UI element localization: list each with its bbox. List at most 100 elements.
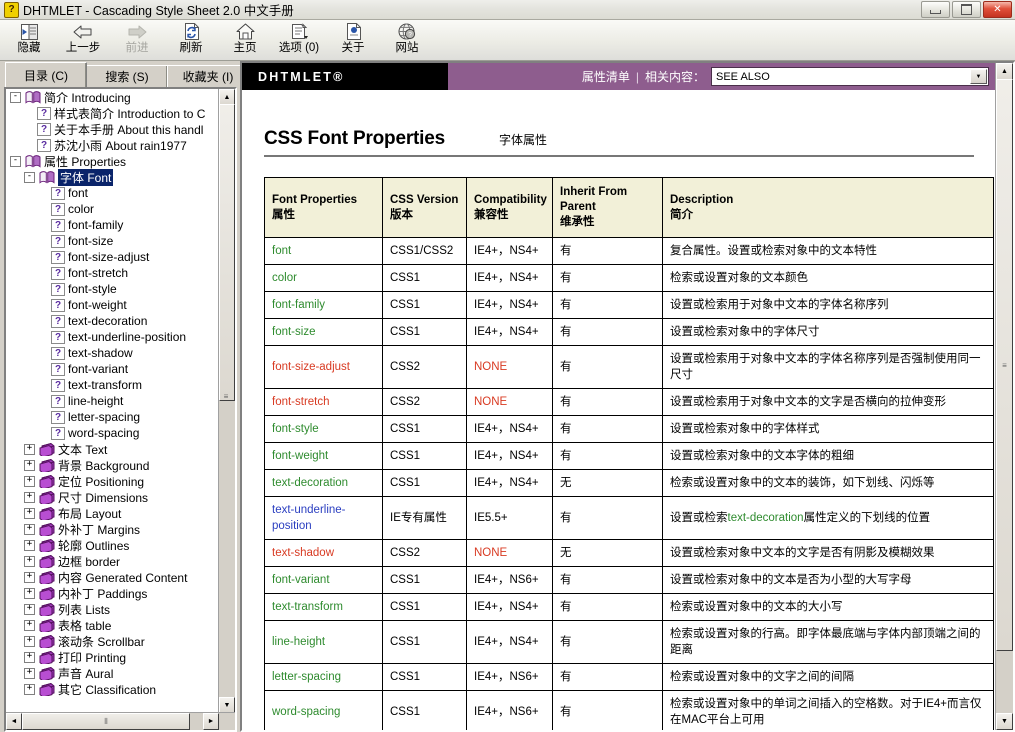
tree-item-border[interactable]: +边框 border — [6, 553, 219, 569]
tree-item-font[interactable]: -字体 Font — [6, 169, 219, 185]
expand-icon[interactable]: + — [24, 684, 35, 695]
tab-contents[interactable]: 目录 (C) — [5, 62, 87, 87]
tree-item-layout[interactable]: +布局 Layout — [6, 505, 219, 521]
tree-item-margins[interactable]: +外补丁 Margins — [6, 521, 219, 537]
tree-item-font-size[interactable]: ?font-size — [6, 233, 219, 249]
tree-item-scrollbar[interactable]: +滚动条 Scrollbar — [6, 633, 219, 649]
expand-icon[interactable]: + — [24, 636, 35, 647]
tree-item-text-decoration[interactable]: ?text-decoration — [6, 313, 219, 329]
cell-property[interactable]: color — [265, 265, 383, 292]
expand-icon[interactable]: + — [24, 588, 35, 599]
tree-item-text-transform[interactable]: ?text-transform — [6, 377, 219, 393]
tree-item-introducing[interactable]: -简介 Introducing — [6, 89, 219, 105]
tree-item-outlines[interactable]: +轮廓 Outlines — [6, 537, 219, 553]
minimize-button[interactable] — [921, 1, 950, 18]
cell-property[interactable]: text-decoration — [265, 470, 383, 497]
tree-item-word-spacing[interactable]: ?word-spacing — [6, 425, 219, 441]
property-list-link[interactable]: 属性清单 — [582, 68, 630, 85]
tree-item-about-rain1977[interactable]: ?苏沈小雨 About rain1977 — [6, 137, 219, 153]
maximize-button[interactable] — [952, 1, 981, 18]
tree-item-positioning[interactable]: +定位 Positioning — [6, 473, 219, 489]
tree-item-text-shadow[interactable]: ?text-shadow — [6, 345, 219, 361]
cell-property[interactable]: font-size — [265, 319, 383, 346]
tree-item-classification[interactable]: +其它 Classification — [6, 681, 219, 697]
scroll-up-button[interactable]: ▲ — [996, 63, 1013, 80]
expand-icon[interactable]: + — [24, 572, 35, 583]
tree-item-dimensions[interactable]: +尺寸 Dimensions — [6, 489, 219, 505]
tree-item-font-variant[interactable]: ?font-variant — [6, 361, 219, 377]
collapse-icon[interactable]: - — [10, 156, 21, 167]
scroll-left-button[interactable]: ◄ — [6, 713, 22, 730]
expand-icon[interactable]: + — [24, 492, 35, 503]
tree-item-text[interactable]: +文本 Text — [6, 441, 219, 457]
tree-vertical-scrollbar[interactable]: ▲ ≡ ▼ — [218, 89, 235, 713]
tree-item-letter-spacing[interactable]: ?letter-spacing — [6, 409, 219, 425]
cell-property[interactable]: font-style — [265, 416, 383, 443]
expand-icon[interactable]: + — [24, 460, 35, 471]
collapse-icon[interactable]: - — [10, 92, 21, 103]
tree-item-introduction-to-c[interactable]: ?样式表简介 Introduction to C — [6, 105, 219, 121]
toolbar-button-hide[interactable]: 隐藏 — [2, 20, 56, 60]
expand-icon[interactable]: + — [24, 556, 35, 567]
toolbar-button-about[interactable]: 关于 — [326, 20, 380, 60]
toolbar-button-home[interactable]: 主页 — [218, 20, 272, 60]
property-link[interactable]: word-spacing — [272, 706, 340, 718]
tree-item-line-height[interactable]: ?line-height — [6, 393, 219, 409]
tab-search[interactable]: 搜索 (S) — [86, 65, 168, 87]
expand-icon[interactable]: + — [24, 444, 35, 455]
toolbar-button-options[interactable]: 选项 (0) — [272, 20, 326, 60]
cell-property[interactable]: font-size-adjust — [265, 346, 383, 389]
property-link[interactable]: color — [272, 272, 297, 284]
cell-property[interactable]: letter-spacing — [265, 664, 383, 691]
see-also-dropdown[interactable]: SEE ALSO ▼ — [711, 67, 989, 86]
expand-icon[interactable]: + — [24, 508, 35, 519]
tree-item-color[interactable]: ?color — [6, 201, 219, 217]
toolbar-button-back[interactable]: 上一步 — [56, 20, 110, 60]
cell-property[interactable]: text-underline-position — [265, 497, 383, 540]
scroll-down-button[interactable]: ▼ — [219, 697, 235, 713]
property-link[interactable]: font — [272, 245, 291, 257]
property-link[interactable]: text-transform — [272, 601, 343, 613]
contents-tree[interactable]: -简介 Introducing?样式表简介 Introduction to C?… — [6, 89, 219, 713]
property-link[interactable]: font-size-adjust — [272, 361, 350, 373]
property-link[interactable]: font-weight — [272, 450, 328, 462]
cell-property[interactable]: font-weight — [265, 443, 383, 470]
toolbar-button-refresh[interactable]: 刷新 — [164, 20, 218, 60]
tree-item-generated-content[interactable]: +内容 Generated Content — [6, 569, 219, 585]
tree-item-printing[interactable]: +打印 Printing — [6, 649, 219, 665]
tree-item-background[interactable]: +背景 Background — [6, 457, 219, 473]
scroll-thumb-horizontal[interactable]: ⦀ — [22, 713, 190, 730]
tree-item-font-stretch[interactable]: ?font-stretch — [6, 265, 219, 281]
scroll-up-button[interactable]: ▲ — [219, 89, 235, 105]
cell-property[interactable]: font — [265, 238, 383, 265]
content-vertical-scrollbar[interactable]: ▲ ≡ ▼ — [995, 63, 1013, 730]
property-link[interactable]: font-variant — [272, 574, 330, 586]
tree-item-font-weight[interactable]: ?font-weight — [6, 297, 219, 313]
tree-item-font-family[interactable]: ?font-family — [6, 217, 219, 233]
tree-item-text-underline-position[interactable]: ?text-underline-position — [6, 329, 219, 345]
toolbar-button-website[interactable]: ? 网站 — [380, 20, 434, 60]
property-link[interactable]: font-style — [272, 423, 319, 435]
tree-item-lists[interactable]: +列表 Lists — [6, 601, 219, 617]
tree-item-aural[interactable]: +声音 Aural — [6, 665, 219, 681]
cell-property[interactable]: font-stretch — [265, 389, 383, 416]
desc-inline-link[interactable]: text-decoration — [728, 512, 804, 524]
tree-item-properties[interactable]: -属性 Properties — [6, 153, 219, 169]
expand-icon[interactable]: + — [24, 540, 35, 551]
expand-icon[interactable]: + — [24, 668, 35, 679]
cell-property[interactable]: font-variant — [265, 567, 383, 594]
property-link[interactable]: text-underline-position — [272, 504, 346, 532]
cell-property[interactable]: line-height — [265, 621, 383, 664]
chevron-down-icon[interactable]: ▼ — [970, 69, 987, 84]
tree-item-paddings[interactable]: +内补丁 Paddings — [6, 585, 219, 601]
property-link[interactable]: letter-spacing — [272, 671, 341, 683]
cell-property[interactable]: word-spacing — [265, 691, 383, 731]
tree-item-font-style[interactable]: ?font-style — [6, 281, 219, 297]
expand-icon[interactable]: + — [24, 604, 35, 615]
tree-horizontal-scrollbar[interactable]: ◄ ⦀ ► — [6, 712, 235, 730]
property-link[interactable]: font-family — [272, 299, 325, 311]
scroll-down-button[interactable]: ▼ — [996, 713, 1013, 730]
expand-icon[interactable]: + — [24, 620, 35, 631]
tab-favorites[interactable]: 收藏夹 (I) — [167, 65, 249, 87]
property-link[interactable]: line-height — [272, 636, 325, 648]
